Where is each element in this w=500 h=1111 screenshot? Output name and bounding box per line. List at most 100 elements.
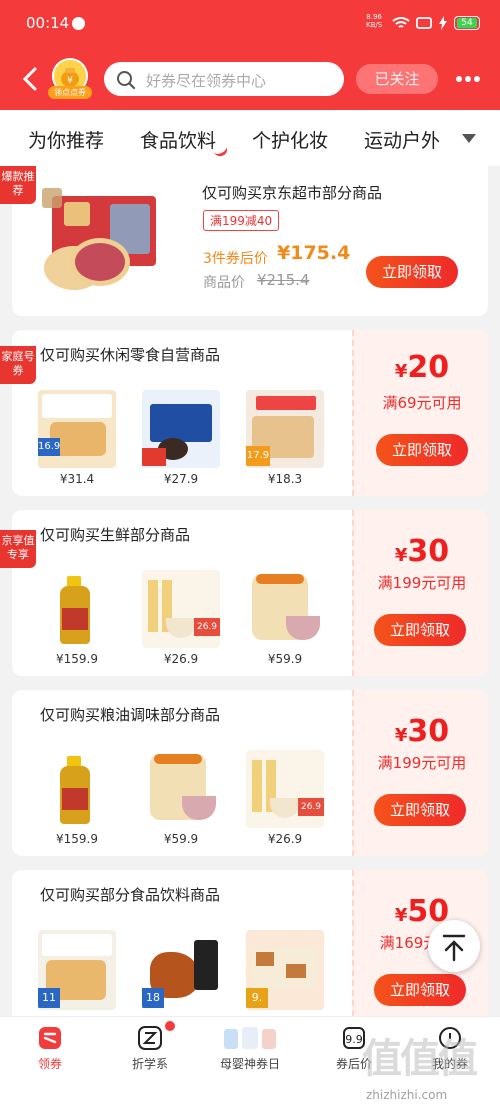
svg-text:¥: ¥ <box>67 76 73 86</box>
product-item[interactable]: ¥159.9 <box>38 750 116 846</box>
product-item[interactable]: ¥27.9 <box>142 390 220 486</box>
coupon-badge: 满199减40 <box>203 210 280 231</box>
product-image: 9. <box>246 930 324 1010</box>
after-coupon-label: 3件券后价 <box>203 251 268 267</box>
tab-outdoor[interactable]: 运动户外 <box>364 126 440 153</box>
product-price: ¥59.9 <box>163 832 199 846</box>
coupon-value-panel: ¥30 满199元可用 立即领取 <box>352 510 488 676</box>
coupon-card-snacks: 仅可购买休闲零食自营商品 16.9 ¥31.4 ¥27.9 17.9 ¥18.3… <box>12 330 488 496</box>
baby-formula-icon <box>222 1025 278 1051</box>
shop-badge: 领点点券 <box>48 86 92 99</box>
coupon-card-fresh: 仅可购买生鲜部分商品 ¥159.9 26.9 ¥26.9 ¥59.9 ¥30 满… <box>12 510 488 676</box>
product-price: ¥159.9 <box>56 832 98 846</box>
family-coupon-tag: 家庭号券 <box>0 346 36 384</box>
hot-tag: 爆款推荐 <box>0 166 36 204</box>
product-image: 26.9 <box>246 750 324 828</box>
claim-button[interactable]: 立即领取 <box>374 794 466 826</box>
chevron-left-icon <box>22 67 37 91</box>
product-item[interactable]: 26.9 ¥26.9 <box>246 750 324 846</box>
wifi-icon <box>392 17 410 28</box>
coupon-condition: 满199元可用 <box>377 574 467 592</box>
hot-title: 仅可购买京东超市部分商品 <box>202 184 383 202</box>
coupon-amount: ¥30 <box>394 534 450 569</box>
product-item[interactable]: 9. <box>246 930 324 1010</box>
nav-discount[interactable]: 折学系 <box>110 1021 190 1072</box>
coupon-active-icon <box>37 1025 63 1051</box>
coupon-amount: ¥30 <box>394 714 450 749</box>
product-item[interactable]: ¥159.9 <box>38 570 116 666</box>
hot-coupon-card: 仅可购买京东超市部分商品 满199减40 3件券后价 ¥175.4 商品价 ¥2… <box>12 166 488 316</box>
coupon-title: 仅可购买休闲零食自营商品 <box>40 346 221 364</box>
product-price: ¥18.3 <box>267 472 303 486</box>
product-image: 11 <box>38 930 116 1010</box>
product-price: ¥27.9 <box>163 472 199 486</box>
tab-food-drink[interactable]: 食品饮料 <box>140 126 216 153</box>
network-speed: 8.96 KB/S <box>366 13 383 29</box>
screen-icon <box>416 17 432 29</box>
search-icon <box>117 71 136 90</box>
clock: 00:14 <box>26 14 70 32</box>
watermark-logo: 值值值 <box>362 1036 478 1082</box>
product-price: ¥159.9 <box>56 652 98 666</box>
product-price: ¥26.9 <box>267 832 303 846</box>
jd-value-tag: 京享值专享 <box>0 530 36 568</box>
arrow-up-icon <box>442 934 466 962</box>
category-tabs: 为你推荐 食品饮料 个护化妆 运动户外 <box>0 110 500 166</box>
product-item[interactable]: ¥59.9 <box>246 570 324 666</box>
battery-icon: 54 <box>454 16 480 30</box>
shop-logo[interactable]: ¥ 领点点券 <box>48 58 92 100</box>
product-item[interactable]: 11 <box>38 930 116 1010</box>
notification-dot-icon <box>72 17 85 30</box>
nav-baby-day[interactable]: 母婴神券日 <box>210 1025 290 1072</box>
tab-recommend[interactable]: 为你推荐 <box>28 126 104 153</box>
coupon-card-food-drink: 仅可购买部分食品饮料商品 11 18 9. ¥50 满169元 立即领取 <box>12 870 488 1016</box>
product-item[interactable]: 17.9 ¥18.3 <box>246 390 324 486</box>
notification-dot-icon <box>165 1021 175 1031</box>
product-image: 17.9 <box>246 390 324 468</box>
coupon-title: 仅可购买生鲜部分商品 <box>40 526 191 544</box>
expand-tabs-icon[interactable] <box>462 134 476 143</box>
product-image: 16.9 <box>38 390 116 468</box>
coupon-condition: 满69元可用 <box>382 394 462 412</box>
more-menu-icon[interactable] <box>455 64 481 89</box>
product-image <box>142 390 220 468</box>
orig-price-label: 商品价 <box>203 275 245 291</box>
coupon-condition: 满199元可用 <box>377 754 467 772</box>
nav-coupons[interactable]: 领券 <box>10 1025 90 1072</box>
follow-button[interactable]: 已关注 <box>356 64 438 94</box>
claim-button[interactable]: 立即领取 <box>374 974 466 1006</box>
product-price: ¥26.9 <box>163 652 199 666</box>
product-price: ¥59.9 <box>267 652 303 666</box>
svg-text:9.9: 9.9 <box>345 1033 363 1046</box>
product-item[interactable]: 18 <box>142 930 220 1010</box>
coupon-amount: ¥20 <box>394 350 450 385</box>
search-placeholder: 好券尽在领券中心 <box>146 72 267 90</box>
product-image <box>246 570 324 648</box>
product-price: ¥31.4 <box>59 472 95 486</box>
product-item[interactable]: 16.9 ¥31.4 <box>38 390 116 486</box>
orig-price: ¥215.4 <box>257 271 310 289</box>
claim-button[interactable]: 立即领取 <box>374 614 466 646</box>
back-button[interactable] <box>22 66 38 96</box>
status-icons: 54 <box>392 15 480 31</box>
discount-z-icon <box>137 1021 175 1051</box>
product-item[interactable]: ¥59.9 <box>142 750 220 846</box>
claim-button[interactable]: 立即领取 <box>366 256 458 288</box>
coupon-card-grain-oil: 仅可购买粮油调味部分商品 ¥159.9 ¥59.9 26.9 ¥26.9 ¥30… <box>12 690 488 856</box>
product-image <box>38 570 116 648</box>
coupon-value-panel: ¥20 满69元可用 立即领取 <box>352 330 488 496</box>
back-to-top-button[interactable] <box>428 920 480 972</box>
coupon-title: 仅可购买粮油调味部分商品 <box>40 706 221 724</box>
coupon-value-panel: ¥30 满199元可用 立即领取 <box>352 690 488 856</box>
tab-personal-care[interactable]: 个护化妆 <box>252 126 328 153</box>
claim-button[interactable]: 立即领取 <box>376 434 468 466</box>
watermark-url: zhizhizhi.com <box>366 1088 448 1102</box>
product-image: 18 <box>142 930 220 1010</box>
search-bar[interactable]: 好券尽在领券中心 <box>104 62 344 96</box>
coupon-title: 仅可购买部分食品饮料商品 <box>40 886 221 904</box>
status-bar: 00:14 8.96 KB/S 54 <box>0 0 500 46</box>
product-item[interactable]: 26.9 ¥26.9 <box>142 570 220 666</box>
product-image <box>142 750 220 828</box>
product-thumb-icon <box>42 188 62 208</box>
product-image <box>38 750 116 828</box>
